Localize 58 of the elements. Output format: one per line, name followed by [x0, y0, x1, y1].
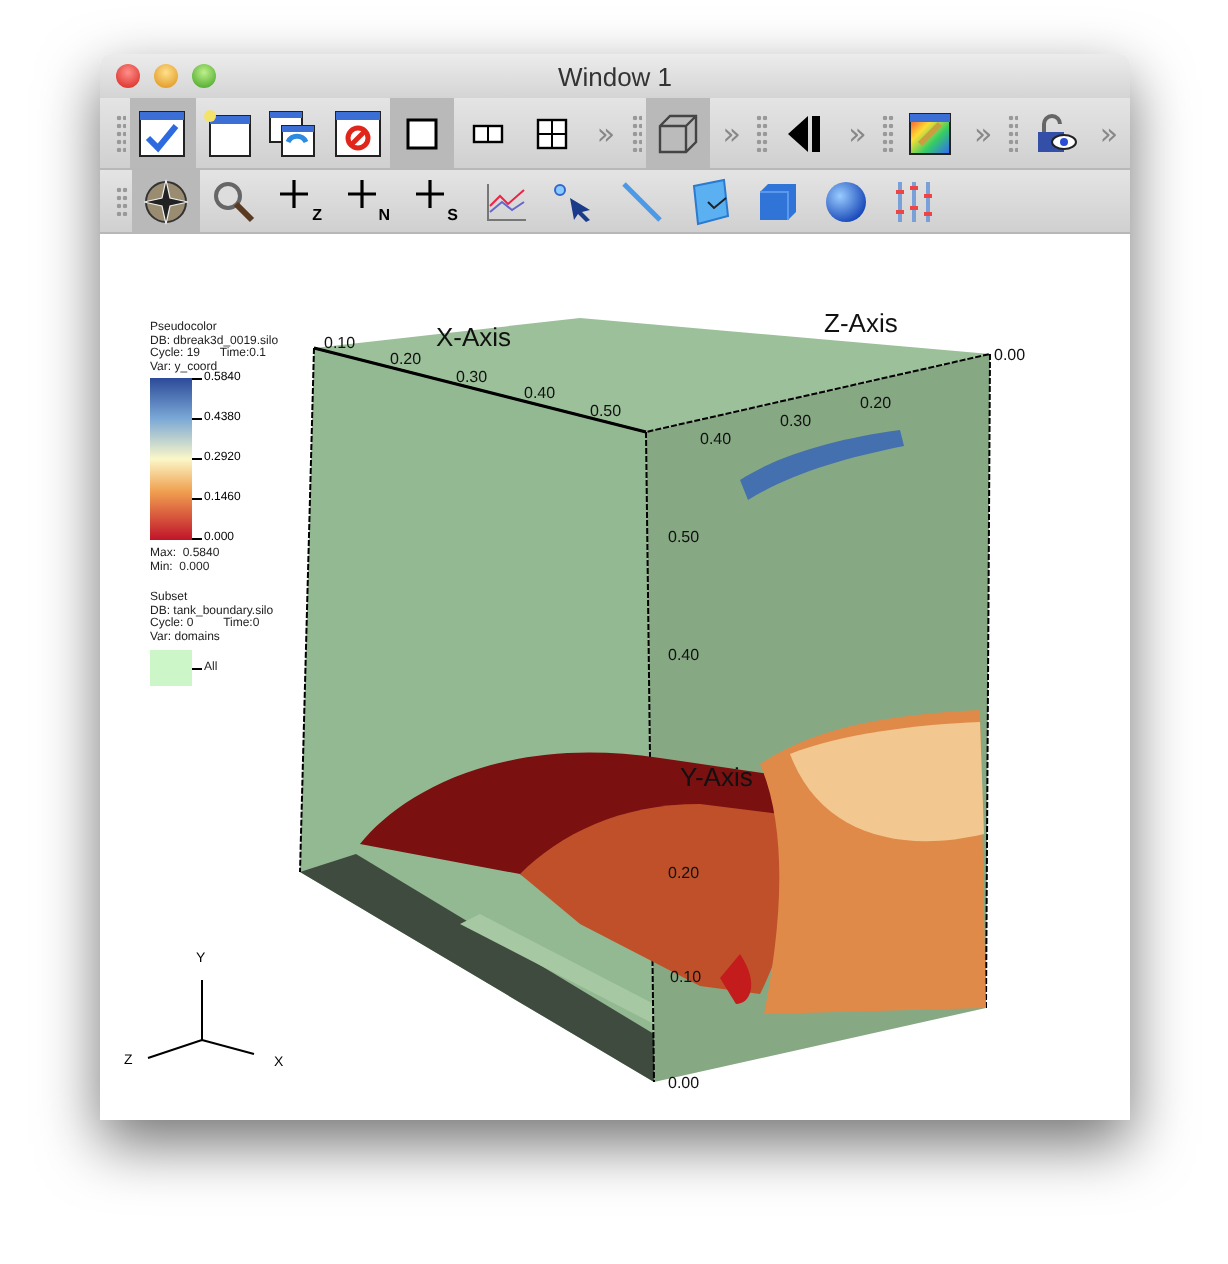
magnifier-icon: [212, 179, 256, 223]
toolbar-button[interactable]: S: [404, 170, 472, 232]
diagonal-line-icon: [620, 179, 664, 223]
axis-triad-drawing: [147, 979, 255, 1059]
toolbar-grip[interactable]: [1008, 114, 1019, 152]
toolbar-button[interactable]: [390, 98, 455, 168]
two-panes-icon: [471, 123, 504, 143]
clone-window-icon: [268, 109, 317, 157]
plane-icon: [688, 177, 732, 225]
toolbar-grip[interactable]: [882, 114, 894, 152]
toolbar-grip[interactable]: [116, 114, 127, 152]
parallel-axes-icon: [894, 179, 934, 223]
axis-tick-label: 0.30: [456, 368, 488, 386]
rainbow-window-icon: [907, 111, 952, 155]
axis-tick-label: 0.20: [860, 394, 892, 412]
toolbar-grip[interactable]: [756, 114, 768, 152]
axis-tick-label: 0.30: [780, 412, 812, 430]
step-back-icon: [785, 113, 822, 153]
toolbar-overflow-button[interactable]: »: [1087, 98, 1130, 168]
axis-tick-label: 0.00: [668, 1074, 700, 1092]
window-title: Window 1: [555, 61, 675, 91]
line-chart-icon: [484, 181, 528, 221]
toolbar-overflow-button[interactable]: »: [836, 98, 879, 168]
axis-tick-label: 0.00: [994, 346, 1026, 364]
axis-tick-label: 0.40: [668, 646, 700, 664]
axis-tick-label: 0.50: [590, 402, 622, 420]
compass-icon: [142, 177, 190, 225]
toolbar-overflow-button[interactable]: »: [962, 98, 1005, 168]
axis-title: X-Axis: [436, 322, 512, 352]
pointer-arrow-icon: [552, 181, 596, 221]
four-panes-icon: [536, 117, 569, 149]
toolbar-overflow-button[interactable]: »: [584, 98, 628, 168]
toolbar-button[interactable]: [130, 98, 196, 168]
single-square-icon: [406, 117, 439, 149]
axis-tick-label: 0.20: [390, 350, 422, 368]
new-window-icon: [203, 109, 252, 157]
toolbar-overflow-button[interactable]: »: [710, 98, 753, 168]
axis-title: Z-Axis: [824, 308, 898, 338]
toolbar-button[interactable]: Z: [268, 170, 336, 232]
toolbar-button[interactable]: [132, 170, 200, 232]
cube-icon: [656, 111, 700, 155]
axis-title: Y-Axis: [680, 762, 753, 792]
axis-tick-label: 0.10: [670, 968, 702, 986]
toolbar-grip[interactable]: [116, 186, 128, 216]
checkmark-window-icon: [138, 109, 187, 157]
axis-tick-label: 0.20: [668, 864, 700, 882]
no-entry-window-icon: [333, 109, 382, 157]
axis-tick-label: 0.40: [700, 430, 732, 448]
axis-tick-label: 0.50: [668, 528, 700, 546]
sphere-icon: [824, 179, 868, 223]
axis-tick-label: 0.10: [324, 334, 356, 352]
toolbar-grip[interactable]: [631, 114, 642, 152]
cube-icon: [756, 179, 800, 223]
axis-tick-label: 0.40: [524, 384, 556, 402]
close-button[interactable]: [116, 64, 140, 88]
toolbar-button[interactable]: [645, 98, 711, 168]
toolbar-button[interactable]: N: [336, 170, 404, 232]
lock-eye-icon: [1033, 111, 1078, 155]
